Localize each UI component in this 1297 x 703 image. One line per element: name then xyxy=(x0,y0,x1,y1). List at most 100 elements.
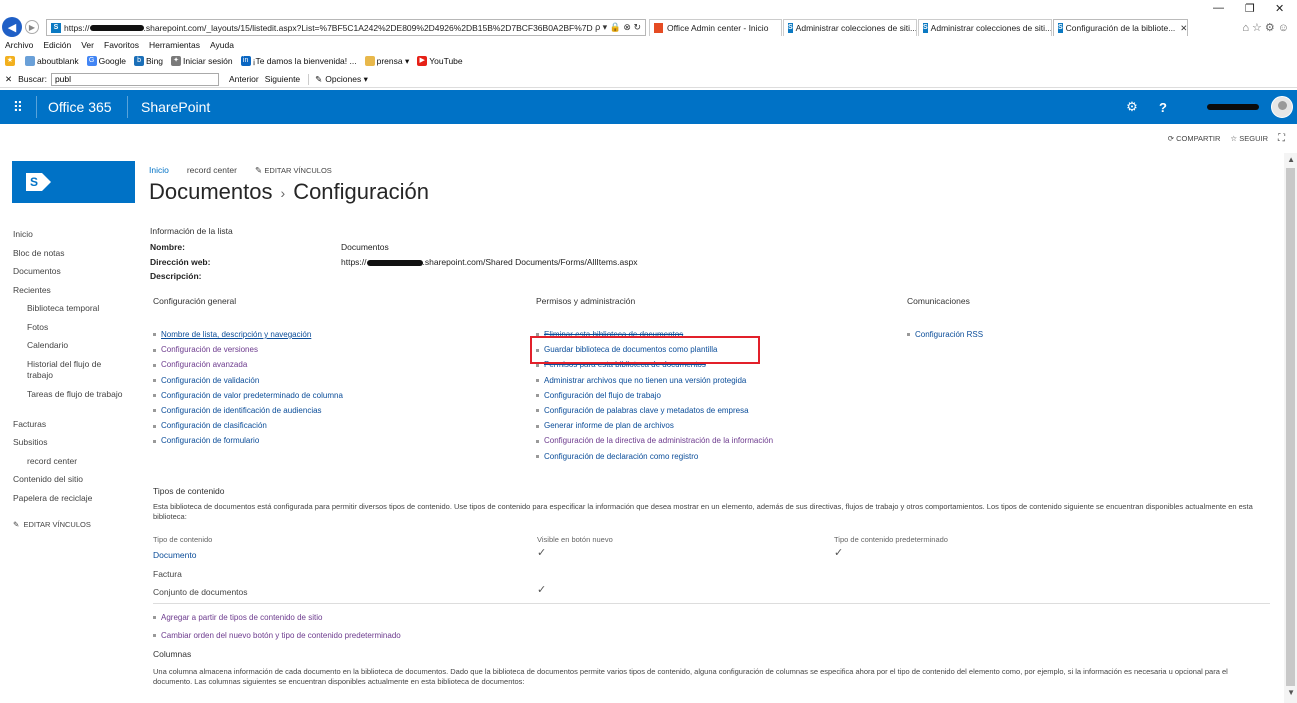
link-audience[interactable]: Configuración de identificación de audie… xyxy=(153,406,343,421)
leftnav-edit-links[interactable]: ✎ EDITAR VÍNCULOS xyxy=(13,516,128,535)
menu-herramientas[interactable]: Herramientas xyxy=(149,40,200,50)
scroll-up-icon[interactable]: ▲ xyxy=(1287,155,1295,164)
link-no-checked-in[interactable]: Administrar archivos que no tienen una v… xyxy=(536,376,773,391)
leftnav-tareas-flujo[interactable]: Tareas de flujo de trabajo xyxy=(13,386,128,416)
office-icon xyxy=(654,23,663,33)
find-options-button[interactable]: Opciones ▾ xyxy=(325,74,368,85)
favorites-star-icon[interactable]: ★ xyxy=(5,56,17,66)
leftnav-calendario[interactable]: Calendario xyxy=(13,337,128,356)
leftnav-bloc-notas[interactable]: Bloc de notas xyxy=(13,245,128,264)
gear-icon[interactable]: ⚙ xyxy=(1118,90,1146,124)
columns-description: Una columna almacena información de cada… xyxy=(153,667,1228,686)
find-label: Buscar: xyxy=(18,74,47,84)
follow-button[interactable]: ☆ SEGUIR xyxy=(1230,134,1268,143)
youtube-icon: ▶ xyxy=(417,56,428,66)
redacted-username[interactable] xyxy=(1207,104,1259,110)
tab-admin-collections-2[interactable]: S Administrar colecciones de siti... xyxy=(918,19,1052,36)
site-logo[interactable]: S xyxy=(12,161,135,203)
link-file-plan-report[interactable]: Generar informe de plan de archivos xyxy=(536,421,773,436)
minimize-icon[interactable]: — xyxy=(1213,2,1224,14)
link-keywords-metadata[interactable]: Configuración de palabras clave y metada… xyxy=(536,406,773,421)
title-documentos[interactable]: Documentos xyxy=(149,179,273,204)
divider xyxy=(153,603,1270,604)
sharepoint-favicon-icon: S xyxy=(923,23,928,33)
menu-ver[interactable]: Ver xyxy=(81,40,94,50)
link-advanced[interactable]: Configuración avanzada xyxy=(153,360,343,375)
leftnav-papelera[interactable]: Papelera de reciclaje xyxy=(13,490,128,509)
menu-ayuda[interactable]: Ayuda xyxy=(210,40,234,50)
fav-youtube[interactable]: ▶ YouTube xyxy=(417,56,463,66)
link-form[interactable]: Configuración de formulario xyxy=(153,436,343,451)
leftnav-record-center[interactable]: record center xyxy=(13,453,128,472)
fav-aboutblank[interactable]: aboutblank xyxy=(25,56,79,66)
leftnav-inicio[interactable]: Inicio xyxy=(13,226,128,245)
sharepoint-brand[interactable]: SharePoint xyxy=(141,99,210,115)
topnav-record-center[interactable]: record center xyxy=(187,165,237,176)
address-bar[interactable]: S https:// .sharepoint.com/_layouts/15/l… xyxy=(46,19,646,36)
close-find-icon[interactable]: ✕ xyxy=(5,74,12,85)
link-workflow[interactable]: Configuración del flujo de trabajo xyxy=(536,391,773,406)
link-validation[interactable]: Configuración de validación xyxy=(153,376,343,391)
forward-icon[interactable]: ▶ xyxy=(25,20,39,34)
browser-tool-icons[interactable]: ⌂☆⚙☺ xyxy=(1242,21,1292,34)
leftnav-contenido-sitio[interactable]: Contenido del sitio xyxy=(13,471,128,490)
change-order-link[interactable]: Cambiar orden del nuevo botón y tipo de … xyxy=(153,631,401,640)
share-button[interactable]: ⟳ COMPARTIR xyxy=(1168,134,1221,143)
link-info-policy[interactable]: Configuración de la directiva de adminis… xyxy=(536,436,773,451)
leftnav-biblioteca-temporal[interactable]: Biblioteca temporal xyxy=(13,300,128,319)
leftnav-subsitios[interactable]: Subsitios xyxy=(13,434,128,453)
topnav-edit-links[interactable]: ✎ EDITAR VÍNCULOS xyxy=(255,165,332,176)
tab-admin-collections-1[interactable]: S Administrar colecciones de siti... xyxy=(783,19,917,36)
content-type-conjunto: Conjunto de documentos xyxy=(153,587,248,597)
general-settings-links: Nombre de lista, descripción y navegació… xyxy=(153,330,343,452)
find-previous-button[interactable]: Anterior xyxy=(229,74,259,84)
menu-favoritos[interactable]: Favoritos xyxy=(104,40,139,50)
menu-archivo[interactable]: Archivo xyxy=(5,40,33,50)
check-icon: ✓ xyxy=(537,547,547,559)
url-icons[interactable]: ρ ▾ 🔒 ⊗ ↻ xyxy=(595,22,641,33)
help-icon[interactable]: ? xyxy=(1150,90,1176,124)
link-record-declaration[interactable]: Configuración de declaración como regist… xyxy=(536,452,773,467)
scroll-down-icon[interactable]: ▼ xyxy=(1287,688,1295,697)
link-name-description[interactable]: Nombre de lista, descripción y navegació… xyxy=(153,330,343,345)
title-separator: › xyxy=(280,185,286,202)
fav-bing[interactable]: b Bing xyxy=(134,56,163,66)
leftnav-facturas[interactable]: Facturas xyxy=(13,416,128,435)
office365-brand[interactable]: Office 365 xyxy=(48,99,112,115)
scrollbar-thumb[interactable] xyxy=(1286,168,1295,686)
topnav-inicio[interactable]: Inicio xyxy=(149,165,169,176)
link-rss[interactable]: Configuración RSS xyxy=(907,330,983,345)
top-navigation: Inicio record center ✎ EDITAR VÍNCULOS xyxy=(149,165,332,176)
find-input[interactable] xyxy=(50,72,219,86)
app-launcher-icon[interactable]: ⠿ xyxy=(0,90,36,124)
fav-bienvenida[interactable]: in ¡Te damos la bienvenida! ... xyxy=(240,56,357,66)
focus-icon[interactable]: ⛶ xyxy=(1278,133,1285,144)
link-column-default[interactable]: Configuración de valor predeterminado de… xyxy=(153,391,343,406)
leftnav-fotos[interactable]: Fotos xyxy=(13,319,128,338)
leftnav-recientes[interactable]: Recientes xyxy=(13,282,128,301)
tab-library-settings[interactable]: S Configuración de la bibliote... ✕ xyxy=(1053,19,1188,36)
add-content-type-link[interactable]: Agregar a partir de tipos de contenido d… xyxy=(153,613,322,622)
avatar[interactable] xyxy=(1271,96,1293,118)
sharepoint-favicon-icon: S xyxy=(1058,23,1063,33)
menu-edicion[interactable]: Edición xyxy=(43,40,71,50)
tab-office-admin[interactable]: Office Admin center - Inicio xyxy=(649,19,782,36)
fav-google[interactable]: G Google xyxy=(86,56,126,66)
columns-heading: Columnas xyxy=(153,649,192,659)
close-window-icon[interactable]: ✕ xyxy=(1275,2,1284,15)
leftnav-historial-flujo[interactable]: Historial del flujo de trabajo xyxy=(13,356,128,386)
fav-prensa[interactable]: prensa ▾ xyxy=(364,56,409,67)
fav-iniciar-sesion[interactable]: ✦ Iniciar sesión xyxy=(171,56,233,66)
find-next-button[interactable]: Siguiente xyxy=(265,74,300,84)
content-type-documento[interactable]: Documento xyxy=(153,550,196,560)
back-icon[interactable]: ◀ xyxy=(2,17,22,37)
content-type-factura: Factura xyxy=(153,569,182,579)
linkedin-icon: in xyxy=(240,56,251,66)
restore-icon[interactable]: ❐ xyxy=(1245,2,1255,15)
web-address-value: https://.sharepoint.com/Shared Documents… xyxy=(341,257,638,267)
link-versions[interactable]: Configuración de versiones xyxy=(153,345,343,360)
leftnav-documentos[interactable]: Documentos xyxy=(13,263,128,282)
close-tab-icon[interactable]: ✕ xyxy=(1180,23,1187,34)
link-rating[interactable]: Configuración de clasificación xyxy=(153,421,343,436)
find-bar: ✕ Buscar: Anterior Siguiente ✎ Opciones … xyxy=(0,71,1297,88)
